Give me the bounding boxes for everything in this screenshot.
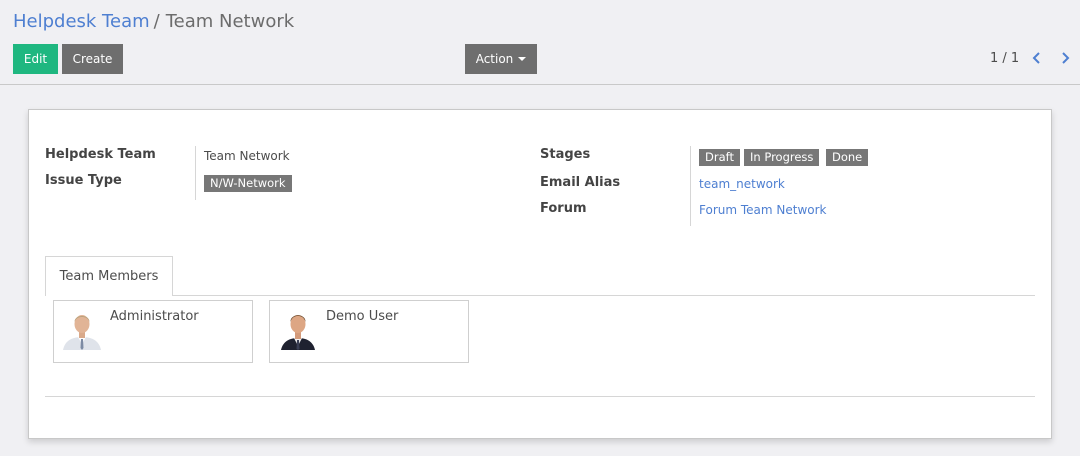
avatar	[61, 308, 103, 350]
member-name: Administrator	[110, 309, 199, 324]
helpdesk-team-label: Helpdesk Team	[45, 147, 156, 162]
action-label: Action	[475, 52, 514, 66]
field-divider-left	[195, 146, 196, 200]
member-card-administrator[interactable]: Administrator	[53, 300, 253, 363]
action-dropdown-button[interactable]: Action	[465, 44, 537, 74]
stages-label: Stages	[540, 147, 591, 162]
divider	[45, 396, 1035, 397]
edit-button[interactable]: Edit	[13, 44, 58, 74]
issue-type-tag: N/W-Network	[204, 175, 292, 192]
stage-tag-done: Done	[826, 149, 869, 166]
stage-tag-in-progress: In Progress	[744, 149, 820, 166]
chevron-right-icon[interactable]	[1058, 50, 1072, 66]
issue-type-label: Issue Type	[45, 173, 122, 188]
breadcrumb-separator: /	[153, 11, 160, 32]
member-card-demo-user[interactable]: Demo User	[269, 300, 469, 363]
helpdesk-team-value: Team Network	[204, 149, 290, 163]
email-alias-label: Email Alias	[540, 175, 621, 190]
forum-link[interactable]: Forum Team Network	[699, 203, 827, 217]
chevron-left-icon[interactable]	[1030, 50, 1044, 66]
control-panel: Helpdesk Team / Team Network Edit Create A…	[0, 0, 1080, 85]
forum-label: Forum	[540, 201, 587, 216]
breadcrumb: Helpdesk Team / Team Network	[13, 10, 294, 34]
stage-tag-draft: Draft	[699, 149, 740, 166]
tab-team-members[interactable]: Team Members	[45, 256, 173, 296]
breadcrumb-current: Team Network	[165, 11, 295, 32]
breadcrumb-parent-link[interactable]: Helpdesk Team	[13, 11, 150, 32]
create-button[interactable]: Create	[62, 44, 123, 74]
caret-down-icon	[518, 57, 527, 61]
email-alias-link[interactable]: team_network	[699, 177, 785, 191]
tab-team-members-label: Team Members	[59, 269, 159, 284]
tab-underline	[172, 295, 1035, 296]
pager-value: 1 / 1	[990, 51, 1020, 66]
avatar	[277, 308, 319, 350]
member-name: Demo User	[326, 309, 399, 324]
form-sheet: Helpdesk Team Issue Type Team Network N/…	[28, 109, 1052, 439]
field-divider-right	[690, 146, 691, 226]
